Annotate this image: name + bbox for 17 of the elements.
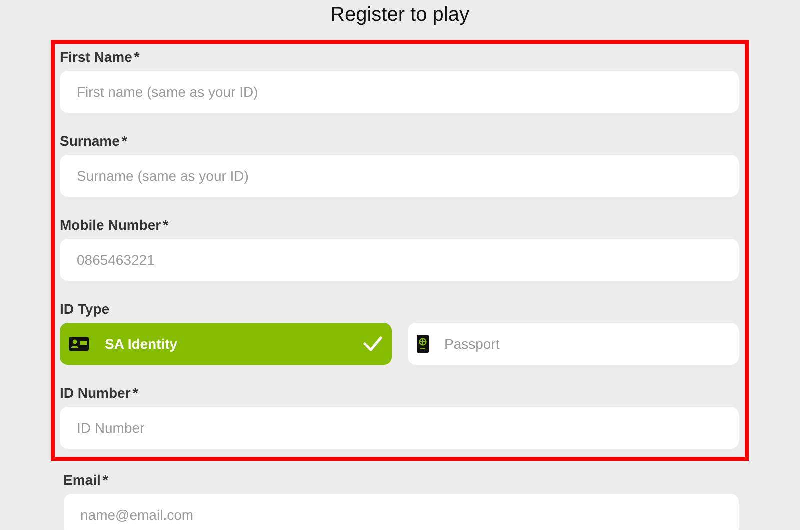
- field-label: Mobile Number*: [60, 216, 169, 234]
- id-type-option[interactable]: SA Identity: [60, 323, 392, 365]
- input-field[interactable]: Surname (same as your ID): [60, 155, 739, 197]
- id-type-option[interactable]: Passport: [408, 323, 739, 365]
- field-label: Surname*: [60, 132, 128, 150]
- page-title: Register to play: [330, 3, 470, 28]
- field-label: First Name*: [60, 48, 140, 66]
- input-field[interactable]: 0865463221: [60, 239, 739, 281]
- checkmark-icon: [362, 336, 382, 352]
- input-field[interactable]: First name (same as your ID): [60, 71, 739, 113]
- field-label: ID Type: [60, 300, 110, 318]
- id-card-icon: [69, 337, 89, 351]
- passport-icon: [416, 335, 428, 353]
- input-field[interactable]: name@email.com: [64, 494, 738, 530]
- field-label: ID Number*: [60, 384, 138, 402]
- field-label: Email*: [64, 471, 108, 489]
- input-field[interactable]: ID Number: [60, 407, 739, 449]
